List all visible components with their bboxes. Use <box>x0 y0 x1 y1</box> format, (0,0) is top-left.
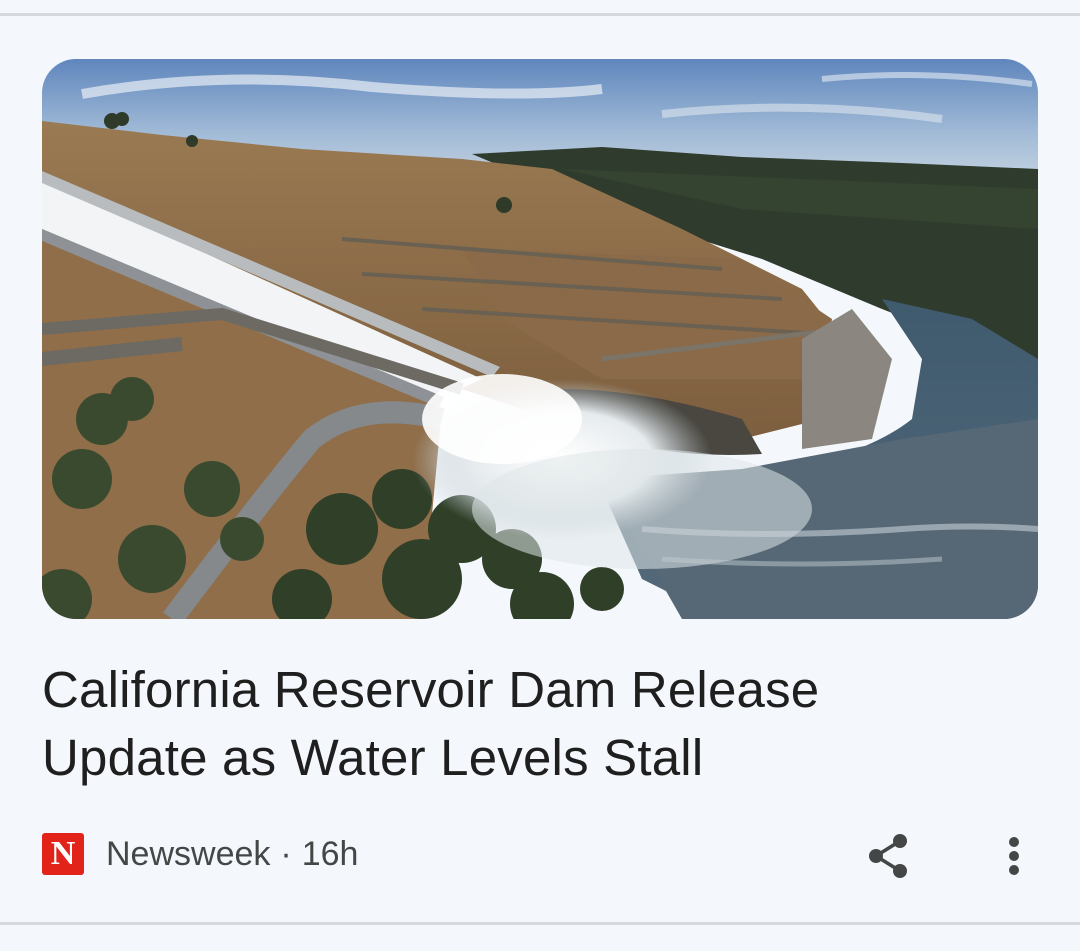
article-thumbnail[interactable] <box>42 59 1038 619</box>
share-icon <box>869 834 907 878</box>
article-age: 16h <box>301 834 359 873</box>
news-article-card[interactable]: California Reservoir Dam Release Update … <box>0 16 1080 922</box>
more-vert-icon <box>1009 837 1019 875</box>
meta-separator: · <box>280 834 292 873</box>
article-headline[interactable]: California Reservoir Dam Release Update … <box>42 656 982 792</box>
source-name: Newsweek <box>106 834 271 873</box>
newsweek-logo: N <box>42 833 84 875</box>
bottom-divider <box>0 922 1080 925</box>
share-button[interactable] <box>860 828 916 884</box>
more-options-button[interactable] <box>988 828 1040 884</box>
article-meta: N Newsweek · 16h <box>42 832 358 876</box>
